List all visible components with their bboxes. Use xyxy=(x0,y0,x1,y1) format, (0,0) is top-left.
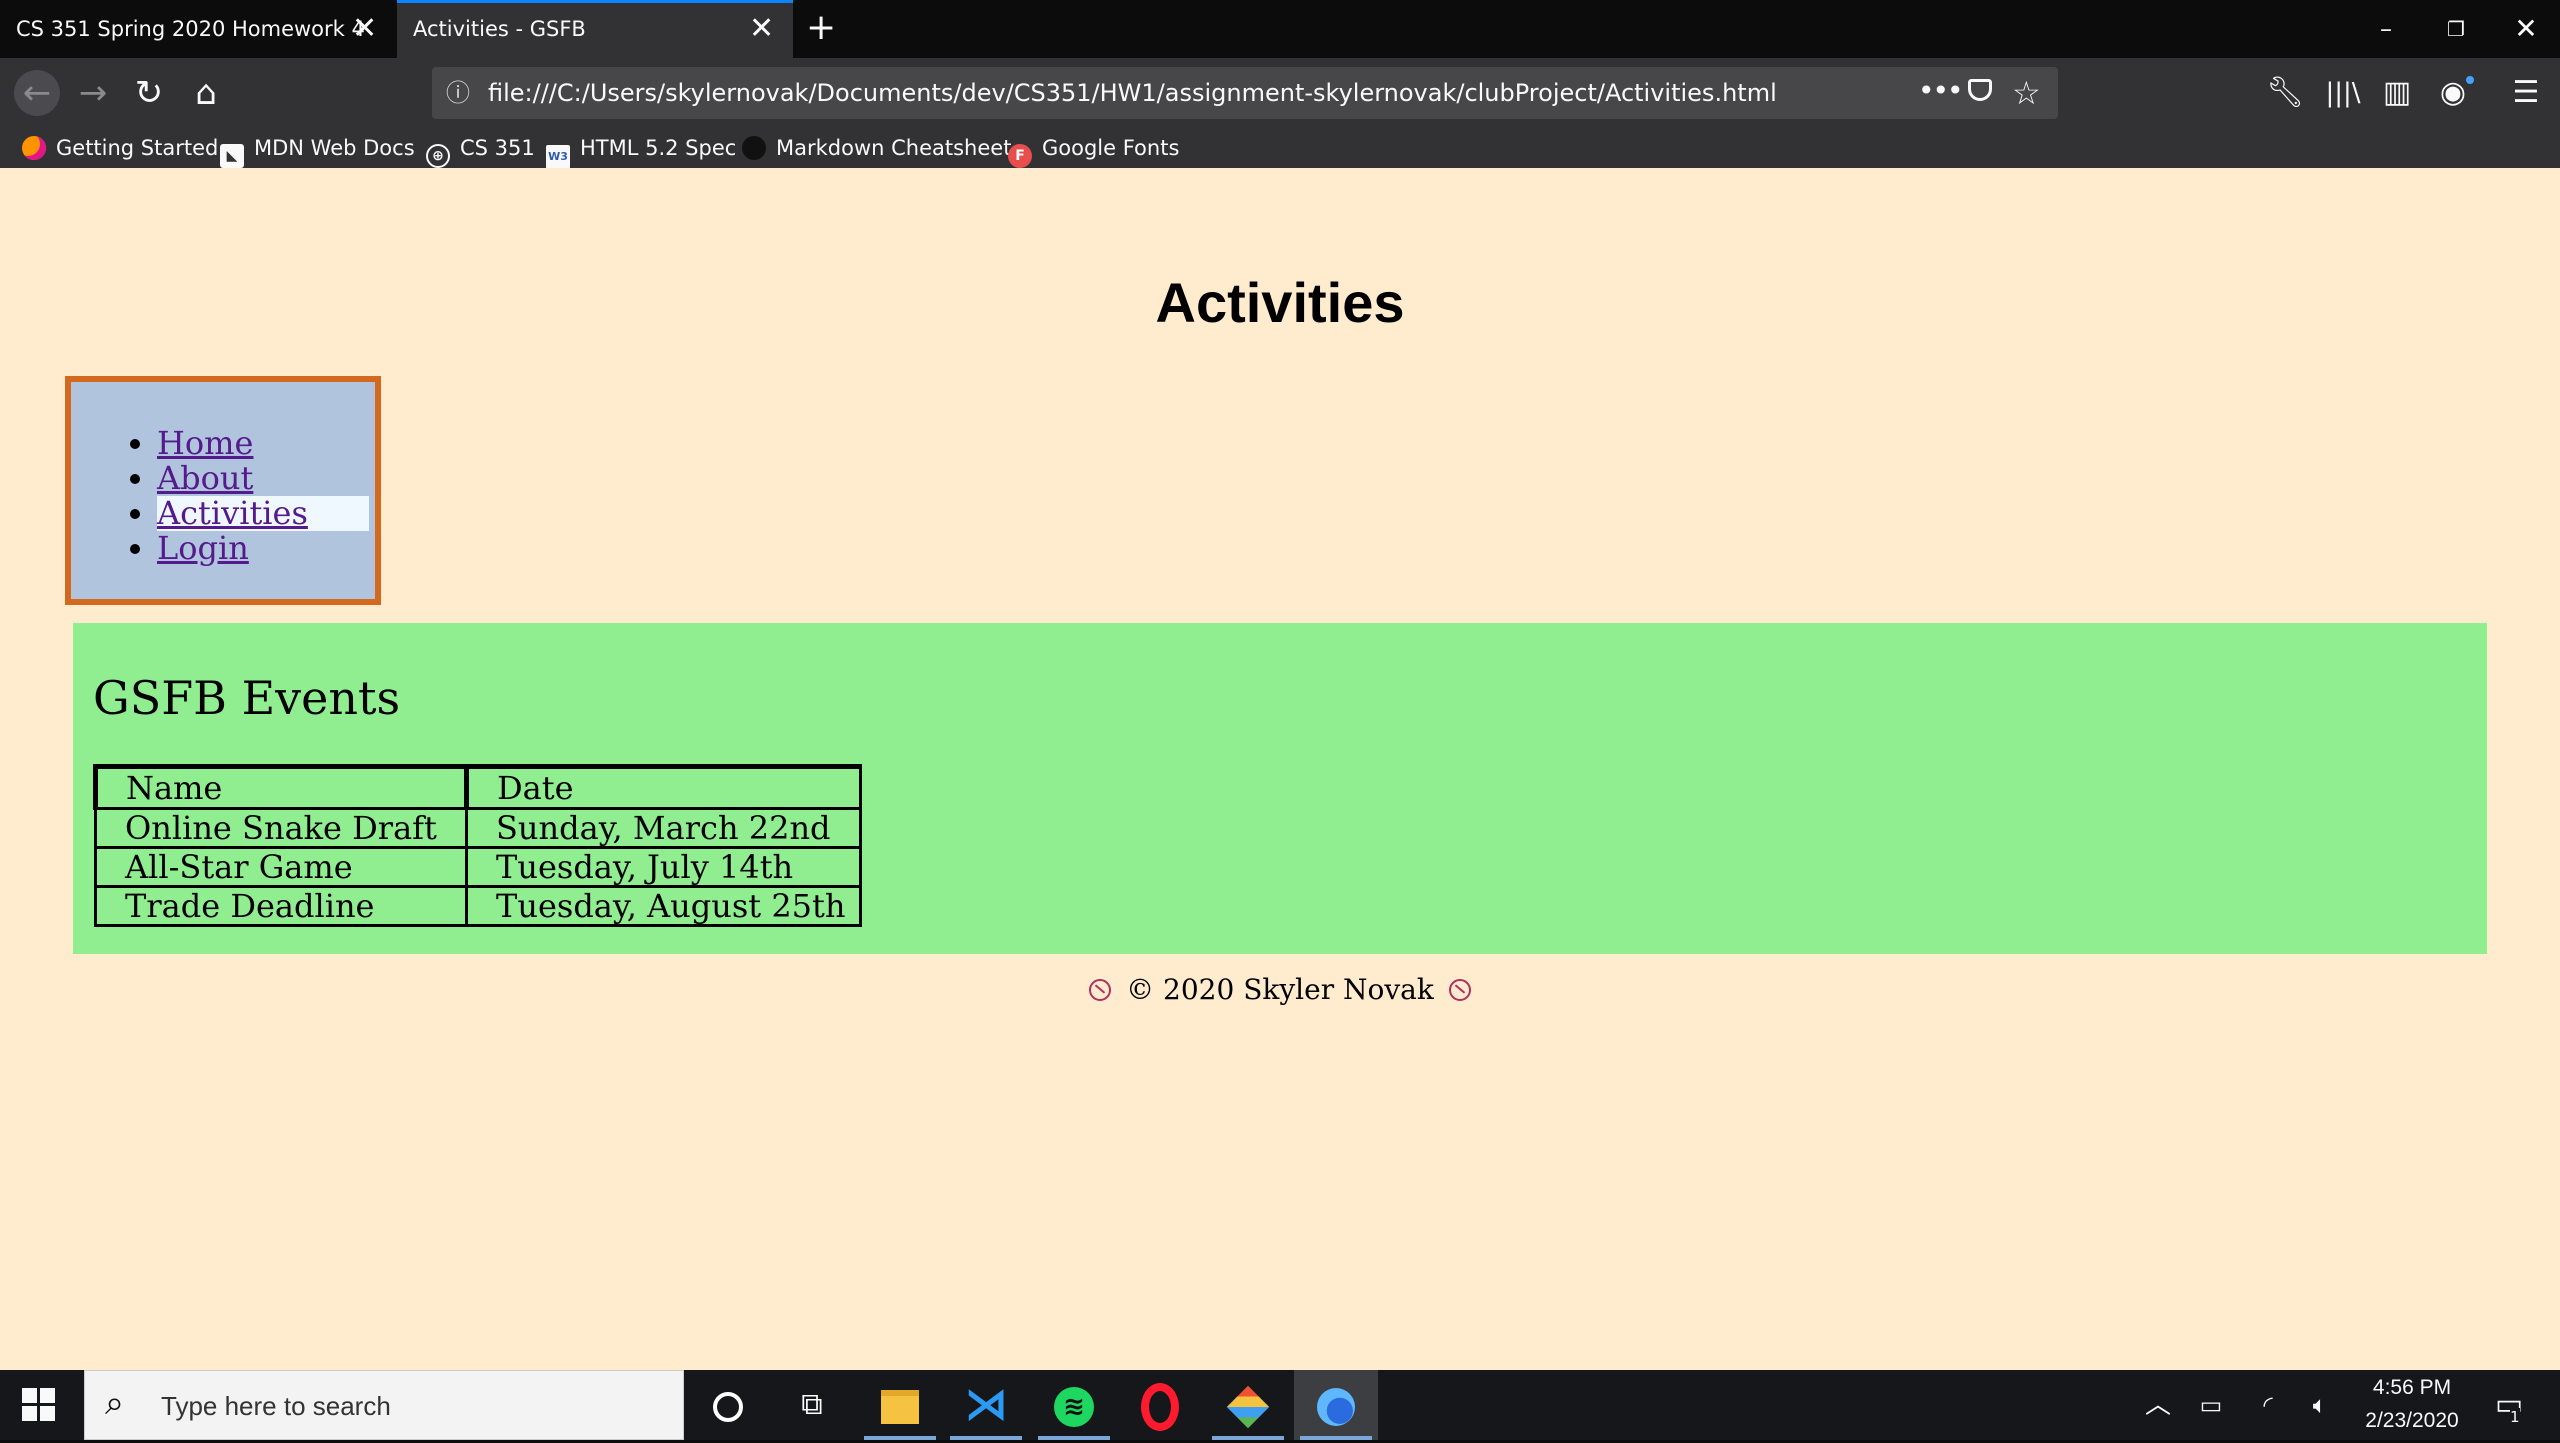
home-button[interactable]: ⌂ xyxy=(183,70,229,116)
table-cell: All-Star Game xyxy=(94,846,468,888)
nav-item-login: Login xyxy=(157,531,369,566)
new-tab-button[interactable]: + xyxy=(806,8,836,48)
clock-date: 2/23/2020 xyxy=(2365,1409,2459,1432)
table-cell: Sunday, March 22nd xyxy=(465,807,862,849)
restore-button[interactable]: ❐ xyxy=(2428,0,2484,58)
tab-bar: CS 351 Spring 2020 Homework 4 ✕ Activiti… xyxy=(0,0,2560,58)
events-section: GSFB Events Name Date Online Snake Draft… xyxy=(73,623,2487,954)
tab-activities[interactable]: Activities - GSFB ✕ xyxy=(397,0,793,58)
site-nav-list: Home About Activities Login xyxy=(71,426,369,566)
window-close-button[interactable]: ✕ xyxy=(2498,0,2554,58)
tab-title: CS 351 Spring 2020 Homework 4 xyxy=(16,17,365,41)
bookmark-getting-started[interactable]: Getting Started xyxy=(22,130,218,168)
task-view-icon[interactable]: ⧉ xyxy=(770,1370,854,1440)
navigation-toolbar: ← → ↻ ⌂ ⓘ file:///C:/Users/skylernovak/D… xyxy=(0,58,2560,130)
table-row: Trade Deadline Tuesday, August 25th xyxy=(94,885,862,927)
baseball-icon xyxy=(1089,979,1112,1001)
section-title: GSFB Events xyxy=(93,671,401,725)
mdn-icon: ◣ xyxy=(220,144,244,168)
bookmark-label: Google Fonts xyxy=(1042,136,1180,160)
search-icon: ⌕ xyxy=(105,1383,125,1423)
minimize-button[interactable]: – xyxy=(2358,0,2414,58)
pocket-icon[interactable] xyxy=(1968,79,1992,101)
spotify-icon[interactable]: ≋ xyxy=(1032,1370,1116,1440)
search-placeholder: Type here to search xyxy=(161,1391,391,1421)
table-header-row: Name Date xyxy=(93,764,862,810)
table-row: Online Snake Draft Sunday, March 22nd xyxy=(94,807,862,849)
taskbar-search-box[interactable]: ⌕ Type here to search xyxy=(84,1370,684,1440)
cortana-icon[interactable] xyxy=(686,1370,770,1440)
taskbar: ⌕ Type here to search ⧉ ⋊ ≋ ︿ ▭ ◜ 🔈︎ 4:5… xyxy=(0,1370,2560,1440)
close-tab-icon[interactable]: ✕ xyxy=(749,3,774,55)
bookmark-label: MDN Web Docs xyxy=(254,136,415,160)
baseball-icon xyxy=(1448,979,1471,1001)
nav-link-login[interactable]: Login xyxy=(157,529,249,567)
bookmark-html-spec[interactable]: W3 HTML 5.2 Spec xyxy=(546,130,737,169)
forward-button[interactable]: → xyxy=(70,70,116,116)
hamburger-menu-icon[interactable]: ☰ xyxy=(2503,70,2549,116)
bookmark-mdn[interactable]: ◣ MDN Web Docs xyxy=(220,130,415,168)
page-actions-icon[interactable]: ••• xyxy=(1918,67,1964,115)
google-fonts-icon: F xyxy=(1008,144,1032,168)
github-icon xyxy=(742,136,766,160)
table-cell: Tuesday, August 25th xyxy=(465,885,862,927)
events-table: Name Date Online Snake Draft Sunday, Mar… xyxy=(93,764,862,927)
bookmark-markdown[interactable]: Markdown Cheatsheet xyxy=(742,130,1011,168)
chevron-up-icon[interactable]: ︿ xyxy=(2140,1370,2176,1440)
firefox-icon xyxy=(22,136,46,160)
bookmark-label: Markdown Cheatsheet xyxy=(776,136,1012,160)
nav-link-about[interactable]: About xyxy=(157,459,253,497)
file-explorer-icon[interactable] xyxy=(858,1370,942,1440)
footer-text: © 2020 Skyler Novak xyxy=(1126,973,1434,1006)
nav-item-home: Home xyxy=(157,426,369,461)
column-header: Date xyxy=(464,764,862,810)
notification-icon[interactable]: ▭ 1 xyxy=(2474,1370,2544,1440)
page-footer: © 2020 Skyler Novak xyxy=(0,973,2560,1006)
page-title: Activities xyxy=(1155,271,1405,334)
bookmark-label: Getting Started xyxy=(56,136,219,160)
bookmark-label: HTML 5.2 Spec xyxy=(580,136,737,160)
column-header: Name xyxy=(93,764,468,810)
taskbar-clock[interactable]: 4:56 PM 2/23/2020 xyxy=(2352,1370,2472,1440)
reload-button[interactable]: ↻ xyxy=(126,70,172,116)
back-button[interactable]: ← xyxy=(14,70,60,116)
bookmarks-toolbar: Getting Started ◣ MDN Web Docs ⊕ CS 351 W3… xyxy=(0,130,2560,169)
table-cell: Online Snake Draft xyxy=(94,807,468,849)
close-tab-icon[interactable]: ✕ xyxy=(352,0,377,58)
table-cell: Trade Deadline xyxy=(94,885,468,927)
sidebar-icon[interactable]: ▥ xyxy=(2374,70,2420,116)
nav-link-activities[interactable]: Activities xyxy=(157,496,369,531)
w3c-icon: W3 xyxy=(546,145,570,169)
nav-item-activities: Activities xyxy=(157,496,369,531)
wifi-icon[interactable]: ◜ xyxy=(2248,1370,2288,1440)
sync-badge xyxy=(2466,76,2474,84)
volume-icon[interactable]: 🔈︎ xyxy=(2300,1370,2340,1440)
page-viewport: Activities Home About Activities Login G… xyxy=(0,168,2560,1370)
table-cell: Tuesday, July 14th xyxy=(465,846,862,888)
nav-link-home[interactable]: Home xyxy=(157,424,253,462)
bookmark-label: CS 351 xyxy=(460,136,535,160)
bookmark-cs351[interactable]: ⊕ CS 351 xyxy=(426,130,535,168)
url-text[interactable]: file:///C:/Users/skylernovak/Documents/d… xyxy=(488,67,1777,119)
info-icon[interactable]: ⓘ xyxy=(446,67,470,119)
wrench-icon[interactable]: 🔧︎ xyxy=(2262,70,2308,116)
tab-homework[interactable]: CS 351 Spring 2020 Homework 4 ✕ xyxy=(0,0,396,58)
tab-title: Activities - GSFB xyxy=(413,17,586,41)
url-bar[interactable]: ⓘ file:///C:/Users/skylernovak/Documents… xyxy=(432,67,2058,119)
notification-count: 1 xyxy=(2510,1408,2520,1426)
battery-icon[interactable]: ▭ xyxy=(2188,1370,2234,1440)
clock-time: 4:56 PM xyxy=(2372,1376,2452,1399)
globe-icon: ⊕ xyxy=(426,144,450,168)
git-icon[interactable] xyxy=(1206,1370,1290,1440)
windows-start-icon[interactable] xyxy=(22,1388,56,1422)
library-icon[interactable]: |||\ xyxy=(2320,70,2366,116)
bookmark-google-fonts[interactable]: F Google Fonts xyxy=(1008,130,1179,168)
vscode-icon[interactable]: ⋊ xyxy=(944,1370,1028,1440)
opera-icon[interactable] xyxy=(1118,1370,1202,1440)
table-row: All-Star Game Tuesday, July 14th xyxy=(94,846,862,888)
nav-item-about: About xyxy=(157,461,369,496)
site-nav: Home About Activities Login xyxy=(65,376,381,605)
firefox-taskbar-icon[interactable] xyxy=(1294,1370,1378,1440)
bookmark-star-icon[interactable]: ☆ xyxy=(2012,67,2041,119)
